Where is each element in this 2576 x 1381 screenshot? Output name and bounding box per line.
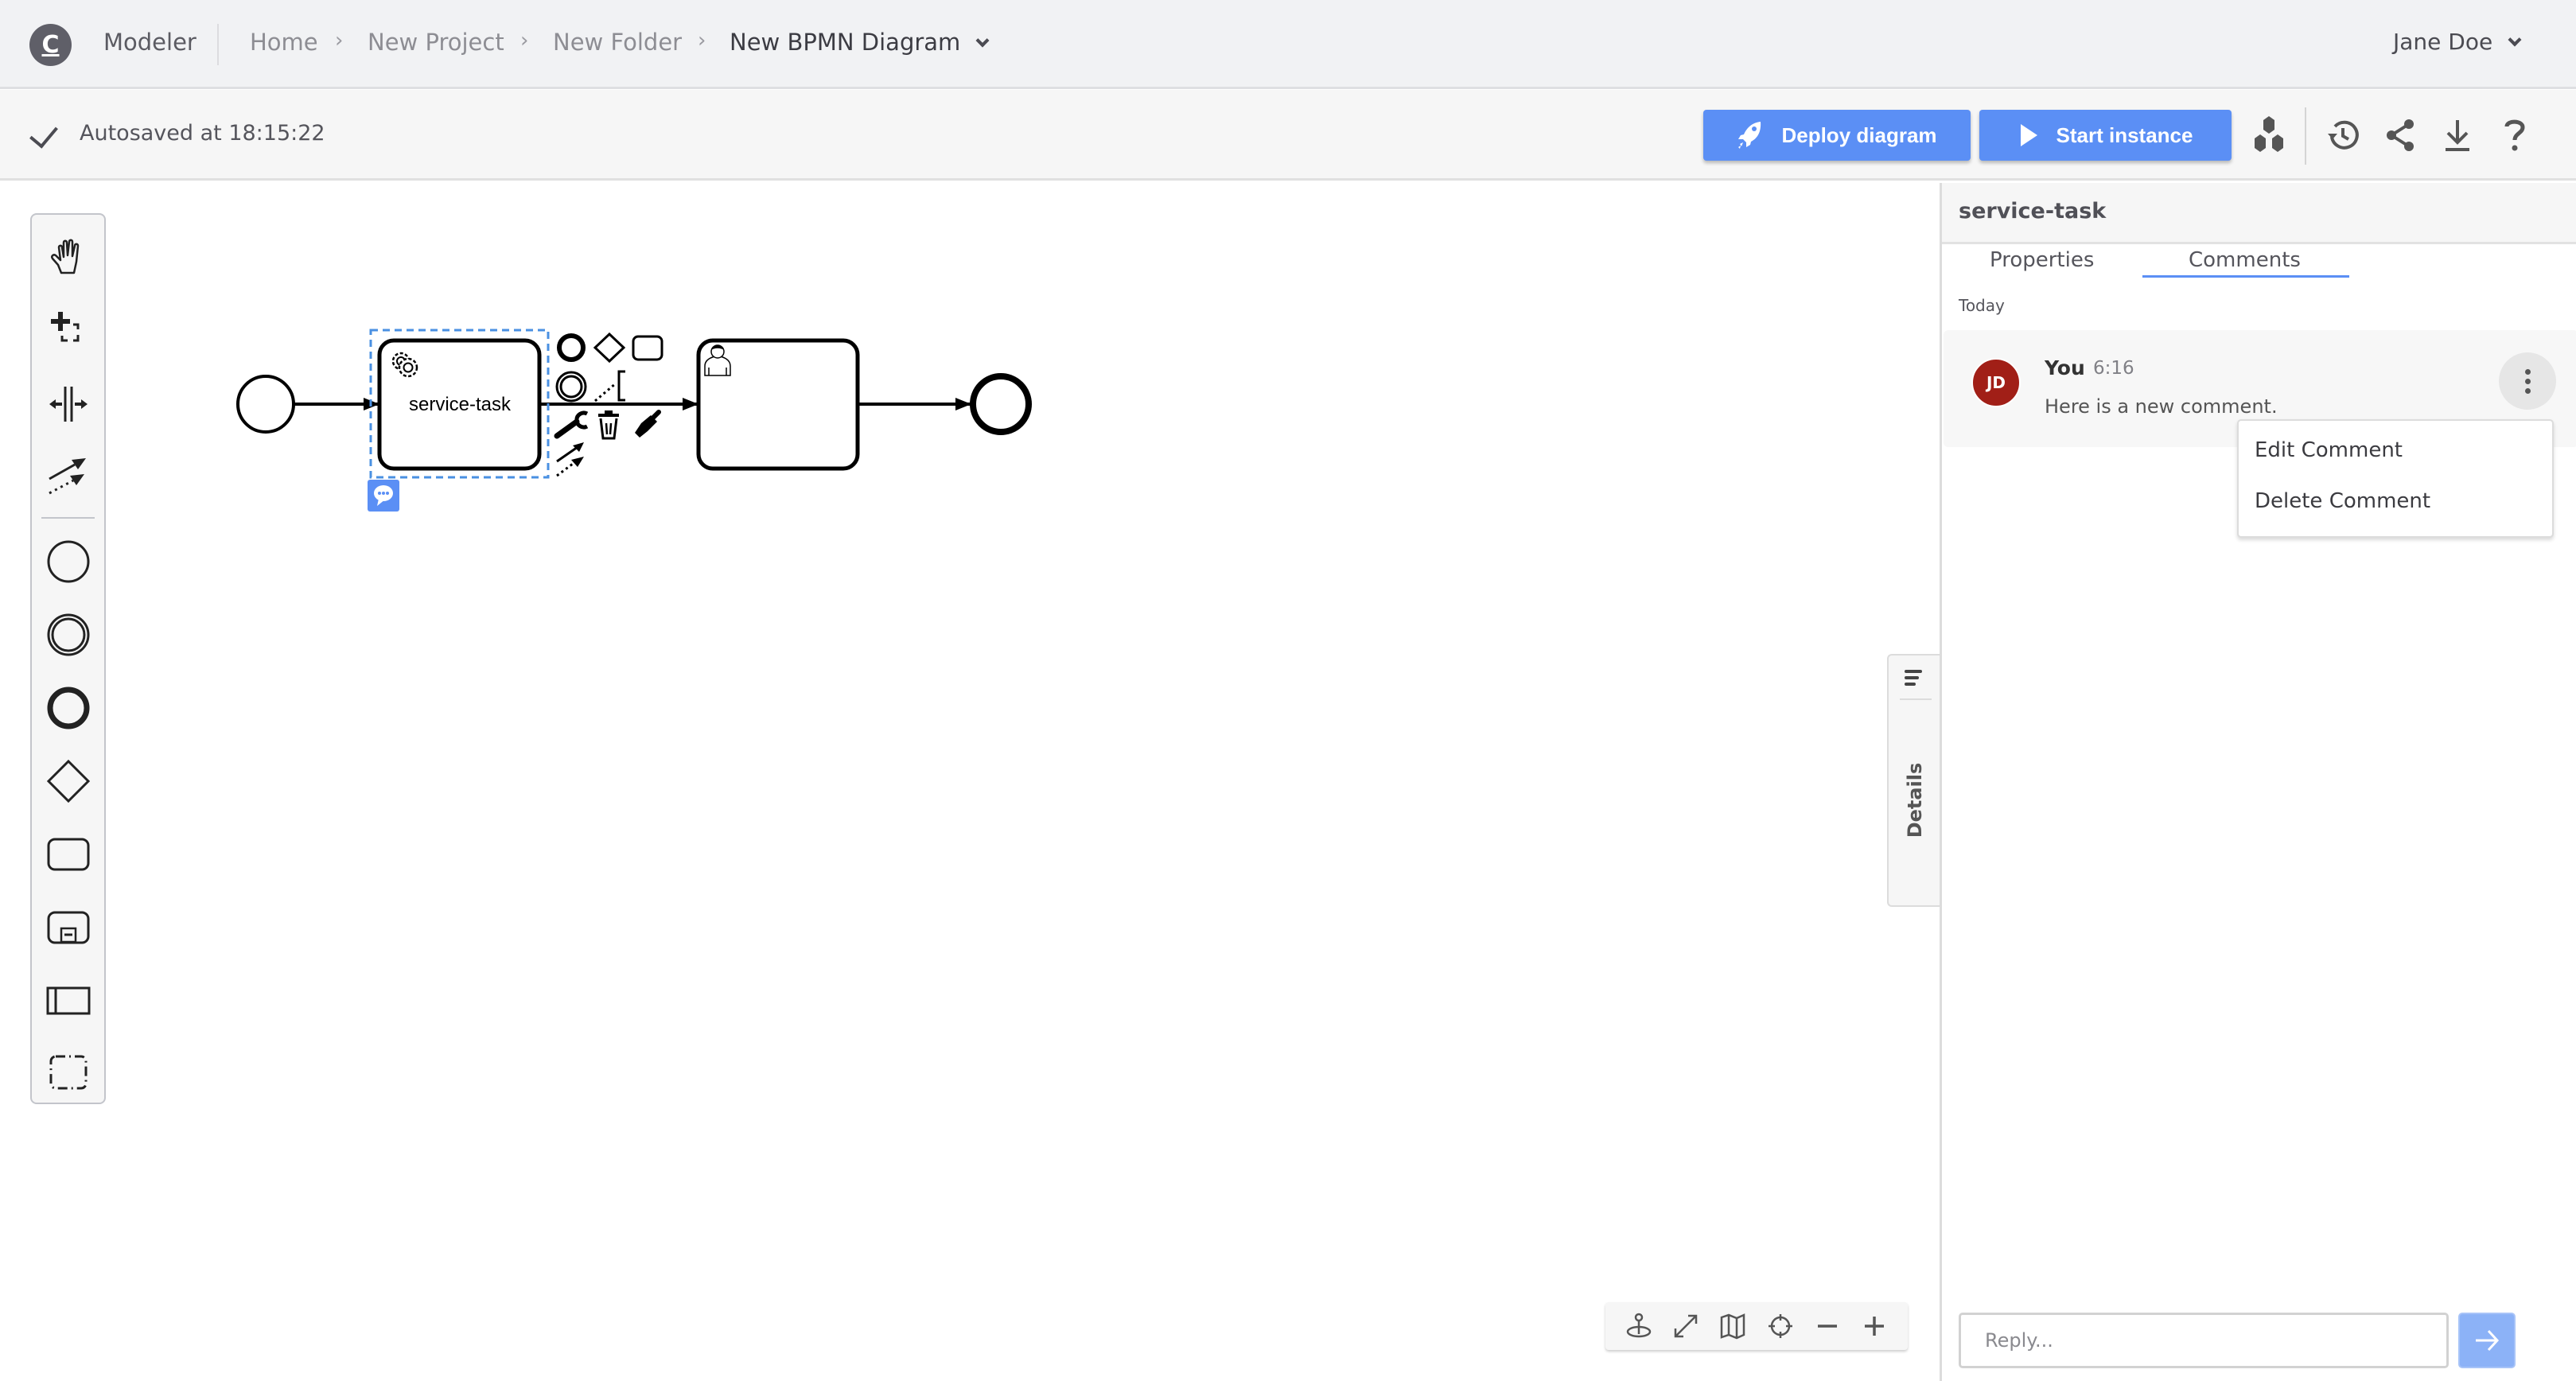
- deployments-button[interactable]: [2249, 115, 2289, 155]
- date-group-label: Today: [1959, 296, 2005, 315]
- header-divider: [217, 24, 219, 65]
- tab-properties[interactable]: Properties: [1990, 248, 2094, 272]
- create-subprocess[interactable]: [32, 896, 104, 959]
- delete-comment-menu-item[interactable]: Delete Comment: [2255, 489, 2430, 513]
- create-pool[interactable]: [32, 969, 104, 1033]
- zoom-controls: [1605, 1302, 1908, 1350]
- create-intermediate-event[interactable]: [32, 603, 104, 667]
- arrow-right-icon: [2476, 1329, 2500, 1352]
- comment-text: Here is a new comment.: [2045, 395, 2278, 418]
- group-icon: [49, 1055, 87, 1090]
- hexagons-icon: [2255, 116, 2283, 152]
- reset-view-button[interactable]: [1623, 1310, 1655, 1342]
- chevron-down-icon: [975, 33, 990, 48]
- start-instance-button[interactable]: Start instance: [1979, 110, 2232, 161]
- zoom-in-icon: [1865, 1317, 1885, 1336]
- start-label: Start instance: [2056, 123, 2193, 147]
- diagram-name: New BPMN Diagram: [730, 29, 961, 56]
- create-end-event[interactable]: [32, 676, 104, 740]
- breadcrumb-separator: ›: [698, 29, 706, 53]
- zoom-out-icon: [1817, 1325, 1837, 1328]
- crosshair-icon: [1768, 1314, 1792, 1338]
- history-button[interactable]: [2323, 115, 2363, 155]
- fit-viewport-button[interactable]: [1670, 1310, 1702, 1342]
- comment-options-button[interactable]: [2499, 352, 2556, 410]
- chevron-down-icon: [2508, 33, 2522, 47]
- zoom-in-button[interactable]: [1858, 1310, 1890, 1342]
- camunda-logo[interactable]: C: [29, 24, 72, 66]
- lasso-tool[interactable]: [32, 299, 104, 363]
- start-event-icon: [47, 540, 89, 583]
- reply-input[interactable]: [1959, 1313, 2449, 1368]
- end-event-icon: [47, 687, 89, 729]
- toolbar-divider: [2305, 107, 2306, 165]
- send-reply-button[interactable]: [2458, 1313, 2516, 1368]
- tab-comments[interactable]: Comments: [2189, 248, 2301, 272]
- breadcrumb-home[interactable]: Home: [250, 29, 318, 56]
- active-tab-indicator: [2142, 275, 2349, 278]
- lasso-icon: [50, 312, 79, 342]
- minimap-button[interactable]: [1717, 1310, 1749, 1342]
- details-label: Details: [1904, 762, 1926, 838]
- space-tool[interactable]: [32, 372, 104, 436]
- breadcrumb-project[interactable]: New Project: [368, 29, 504, 56]
- task-icon: [47, 838, 89, 871]
- comment-author: You: [2045, 356, 2085, 379]
- create-group[interactable]: [32, 1042, 104, 1106]
- details-panel: service-task Properties Comments Today J…: [1940, 183, 2576, 1381]
- dot: [2524, 387, 2531, 394]
- dot: [2524, 368, 2531, 375]
- create-task[interactable]: [32, 823, 104, 886]
- app-name[interactable]: Modeler: [103, 29, 197, 56]
- breadcrumb-folder[interactable]: New Folder: [553, 29, 682, 56]
- history-icon: [2328, 120, 2359, 150]
- autosave-status: Autosaved at 18:15:22: [80, 121, 325, 146]
- panel-header: service-task: [1942, 183, 2576, 244]
- tool-palette: [30, 213, 106, 1104]
- map-icon: [1721, 1313, 1745, 1340]
- breadcrumb-diagram[interactable]: New BPMN Diagram: [730, 29, 990, 56]
- help-button[interactable]: [2495, 115, 2535, 155]
- menu-lines-icon: [1905, 670, 1922, 689]
- share-button[interactable]: [2380, 115, 2420, 155]
- deploy-label: Deploy diagram: [1781, 123, 1937, 147]
- space-tool-icon: [49, 387, 88, 422]
- center-button[interactable]: [1765, 1310, 1796, 1342]
- comment-time: 6:16: [2093, 358, 2134, 379]
- share-icon: [2387, 119, 2414, 151]
- details-separator: [1900, 698, 1932, 700]
- global-connect-tool[interactable]: [32, 445, 104, 509]
- pool-icon: [46, 986, 90, 1015]
- deploy-diagram-button[interactable]: Deploy diagram: [1703, 110, 1971, 161]
- connect-tool-icon: [48, 458, 86, 495]
- diagram-canvas[interactable]: [0, 183, 1940, 1381]
- zoom-out-button[interactable]: [1811, 1310, 1843, 1342]
- edit-comment-menu-item[interactable]: Edit Comment: [2255, 438, 2403, 462]
- help-icon: [2504, 119, 2525, 151]
- dot: [2524, 378, 2531, 384]
- fit-icon: [1674, 1314, 1698, 1338]
- create-gateway[interactable]: [32, 749, 104, 813]
- user-name: Jane Doe: [2393, 29, 2493, 55]
- panel-title: service-task: [1959, 199, 2107, 224]
- intermediate-event-icon: [47, 613, 89, 656]
- create-start-event[interactable]: [32, 530, 104, 593]
- comment-options-menu: Edit Comment Delete Comment: [2237, 419, 2554, 538]
- breadcrumb-separator: ›: [520, 29, 529, 53]
- palette-separator: [41, 517, 95, 519]
- subprocess-icon: [47, 911, 89, 944]
- user-menu[interactable]: Jane Doe: [2393, 29, 2522, 55]
- gateway-icon: [46, 759, 90, 803]
- reset-view-icon: [1626, 1313, 1651, 1338]
- hand-icon: [50, 239, 79, 274]
- rocket-icon: [1738, 122, 1761, 149]
- play-icon: [2020, 124, 2037, 146]
- download-button[interactable]: [2438, 115, 2477, 155]
- avatar: JD: [1971, 358, 2021, 407]
- hand-tool[interactable]: [32, 226, 104, 290]
- top-header: C Modeler Home › New Project › New Folde…: [0, 0, 2576, 89]
- breadcrumb-separator: ›: [335, 29, 344, 53]
- details-panel-toggle[interactable]: Details: [1887, 654, 1940, 907]
- download-icon: [2446, 120, 2469, 151]
